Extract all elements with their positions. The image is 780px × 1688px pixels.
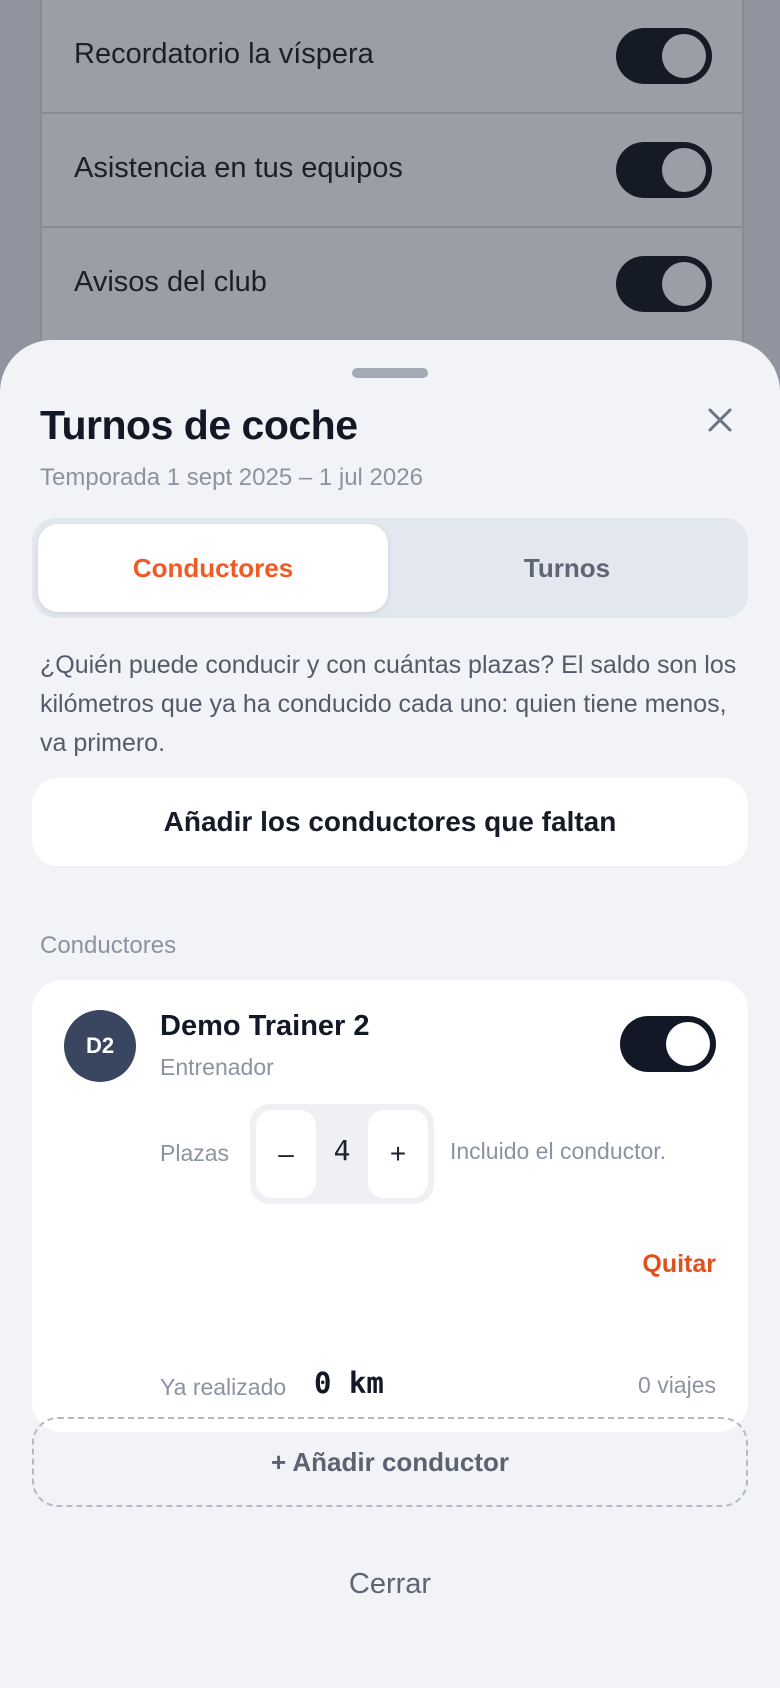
toggle-knob bbox=[666, 1022, 710, 1066]
season-subtitle: Temporada 1 sept 2025 – 1 jul 2026 bbox=[40, 464, 423, 491]
setting-label: Recordatorio la víspera bbox=[74, 38, 374, 70]
setting-label: Avisos del club bbox=[74, 266, 267, 298]
seats-stepper: – 4 + bbox=[250, 1104, 434, 1204]
distance-done-value: 0 km bbox=[314, 1366, 384, 1400]
toggle-knob bbox=[662, 34, 706, 78]
avatar: D2 bbox=[64, 1010, 136, 1082]
tab-conductores[interactable]: Conductores bbox=[38, 524, 388, 612]
setting-row-club-notices: Avisos del club bbox=[42, 228, 742, 342]
tab-turnos[interactable]: Turnos bbox=[392, 524, 742, 612]
seats-increment-button[interactable]: + bbox=[368, 1110, 428, 1198]
trips-count: 0 viajes bbox=[638, 1372, 716, 1398]
distance-done-label: Ya realizado bbox=[160, 1374, 287, 1400]
club-notices-toggle[interactable] bbox=[616, 256, 712, 312]
driver-enabled-toggle[interactable] bbox=[620, 1016, 716, 1072]
toggle-knob bbox=[662, 148, 706, 192]
section-label-drivers: Conductores bbox=[40, 932, 177, 959]
reminder-toggle[interactable] bbox=[616, 28, 712, 84]
sheet-title: Turnos de coche bbox=[40, 402, 358, 448]
driver-name: Demo Trainer 2 bbox=[160, 1010, 370, 1042]
driver-card: D2 Demo Trainer 2 Entrenador Plazas – 4 … bbox=[32, 980, 748, 1432]
close-icon[interactable] bbox=[700, 400, 740, 440]
setting-label: Asistencia en tus equipos bbox=[74, 152, 403, 184]
attendance-toggle[interactable] bbox=[616, 142, 712, 198]
sheet-grab-handle[interactable] bbox=[352, 368, 428, 378]
close-button[interactable]: Cerrar bbox=[0, 1568, 780, 1601]
driver-role: Entrenador bbox=[160, 1054, 274, 1080]
remove-driver-button[interactable]: Quitar bbox=[642, 1250, 716, 1279]
add-missing-drivers-button[interactable]: Añadir los conductores que faltan bbox=[32, 778, 748, 866]
seats-decrement-button[interactable]: – bbox=[256, 1110, 316, 1198]
segmented-control: Conductores Turnos bbox=[32, 518, 748, 618]
description-text: ¿Quién puede conducir y con cuántas plaz… bbox=[40, 651, 737, 757]
seats-note: Incluido el conductor. bbox=[450, 1138, 667, 1164]
seats-value: 4 bbox=[333, 1134, 351, 1167]
add-driver-button[interactable]: + Añadir conductor bbox=[32, 1417, 748, 1507]
setting-row-reminder: Recordatorio la víspera bbox=[42, 0, 742, 114]
carpool-sheet: Turnos de coche Temporada 1 sept 2025 – … bbox=[0, 340, 780, 1688]
toggle-knob bbox=[662, 262, 706, 306]
seats-label: Plazas bbox=[160, 1140, 230, 1166]
setting-row-attendance: Asistencia en tus equipos bbox=[42, 114, 742, 228]
